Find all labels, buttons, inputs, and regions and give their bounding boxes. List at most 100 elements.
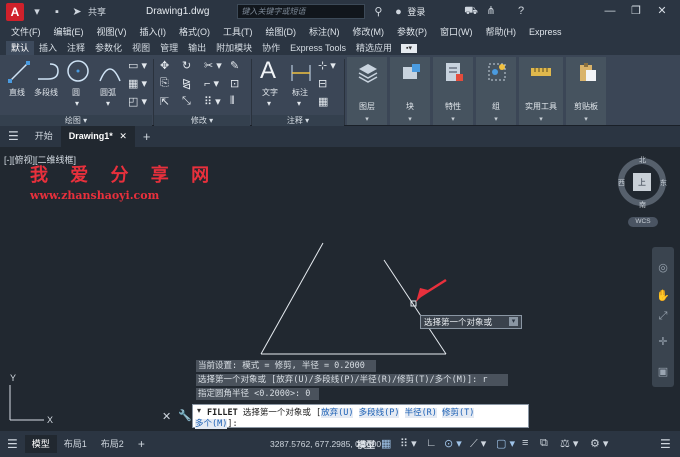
share-button[interactable]: 共享 <box>88 5 106 18</box>
tab-insert[interactable]: 插入 <box>34 41 62 55</box>
array-icon[interactable]: ⠿ ▾ <box>204 95 221 108</box>
minimize-icon[interactable]: — <box>600 0 620 23</box>
text-dropdown-icon[interactable]: ▾ <box>267 99 271 108</box>
hatch-icon[interactable]: ▦ ▾ <box>128 77 147 90</box>
erase-icon[interactable]: ✎ <box>230 59 239 72</box>
tab-layout2[interactable]: 布局2 <box>94 435 131 453</box>
command-customize-icon[interactable]: 🔧 <box>178 409 192 422</box>
menu-parametric[interactable]: 参数(P) <box>397 25 427 38</box>
tab-layout1[interactable]: 布局1 <box>57 435 94 453</box>
tab-featured-apps[interactable]: 精选应用 <box>351 41 397 55</box>
connect-icon[interactable]: ⋔ <box>484 4 498 18</box>
tab-addins[interactable]: 附加模块 <box>211 41 257 55</box>
share-arrow-icon[interactable]: ➤ <box>70 5 84 19</box>
orbit-icon[interactable]: ✛ <box>656 335 670 349</box>
osnap-toggle-icon[interactable]: ▢ ▾ <box>496 437 515 450</box>
text-tool-icon[interactable]: A <box>260 57 276 85</box>
tab-express-tools[interactable]: Express Tools <box>285 41 351 55</box>
tab-default[interactable]: 默认 <box>6 41 35 55</box>
explode-icon[interactable]: ⊡ <box>230 77 239 90</box>
tab-output[interactable]: 输出 <box>183 41 211 55</box>
status-menu-icon[interactable]: ☰ <box>0 435 25 453</box>
menu-insert[interactable]: 插入(I) <box>140 25 167 38</box>
dimension-tool-icon[interactable] <box>289 61 313 83</box>
group-button[interactable]: 组 ▾ <box>476 57 516 125</box>
scale-icon[interactable]: ⤡ <box>182 95 191 108</box>
utilities-button[interactable]: 实用工具 ▾ <box>519 57 563 125</box>
tab-annotate[interactable]: 注释 <box>62 41 90 55</box>
clipboard-button[interactable]: 剪贴板 ▾ <box>566 57 606 125</box>
isodraft-icon[interactable]: ⟋ ▾ <box>470 437 486 451</box>
option-multiple[interactable]: 多个(M) <box>195 419 228 429</box>
showmotion-icon[interactable]: ▣ <box>656 365 670 379</box>
menu-view[interactable]: 视图(V) <box>97 25 127 38</box>
tooltip-expand-icon[interactable]: ▾ <box>509 317 518 326</box>
workspace-gear-icon[interactable]: ⚙ ▾ <box>590 437 608 450</box>
command-close-icon[interactable]: ✕ <box>162 410 171 423</box>
drawing-canvas[interactable]: [-][俯视][二维线框] 我 爱 分 享 网 www.zhanshaoyi.c… <box>0 147 680 431</box>
menu-file[interactable]: 文件(F) <box>11 25 41 38</box>
arc-dropdown-icon[interactable]: ▾ <box>106 99 110 108</box>
pan-hand-icon[interactable]: ✋ <box>656 289 670 303</box>
menu-dimension[interactable]: 标注(N) <box>309 25 340 38</box>
copy-icon[interactable]: ⎘ <box>160 77 169 90</box>
polar-toggle-icon[interactable]: ⊙ ▾ <box>444 437 462 450</box>
stretch-icon[interactable]: ⇱ <box>160 95 169 108</box>
menu-format[interactable]: 格式(O) <box>179 25 210 38</box>
menu-tools[interactable]: 工具(T) <box>223 25 253 38</box>
transparency-icon[interactable]: ⧉ <box>540 437 548 450</box>
restore-icon[interactable]: ❐ <box>626 0 646 23</box>
tab-view[interactable]: 视图 <box>127 41 155 55</box>
dimension-dropdown-icon[interactable]: ▾ <box>297 99 301 108</box>
cart-icon[interactable]: ⛟ <box>464 4 478 18</box>
offset-icon[interactable]: ⫴ <box>230 95 235 108</box>
user-icon[interactable]: ● <box>391 5 405 19</box>
snap-toggle-icon[interactable]: ⠿ ▾ <box>400 437 417 450</box>
tab-parametric[interactable]: 参数化 <box>90 41 127 55</box>
command-line[interactable]: ▾ FILLET 选择第一个对象或 [放弃(U) 多段线(P) 半径(R) 修剪… <box>192 404 529 429</box>
tab-model[interactable]: 模型 <box>24 435 57 453</box>
boundary-icon[interactable]: ◰ ▾ <box>128 95 147 108</box>
menu-modify[interactable]: 修改(M) <box>353 25 385 38</box>
option-trim[interactable]: 修剪(T) <box>442 408 475 418</box>
arc-tool-icon[interactable] <box>98 61 122 83</box>
model-space-button[interactable]: 模型 <box>357 438 375 451</box>
add-layout-icon[interactable]: + <box>131 435 152 453</box>
new-tab-icon[interactable]: + <box>135 126 159 147</box>
annotation-group-label[interactable]: 注释 ▾ <box>252 115 344 126</box>
viewcube-face-top[interactable]: 上 <box>638 177 646 188</box>
circle-dropdown-icon[interactable]: ▾ <box>75 99 79 108</box>
ortho-toggle-icon[interactable]: ∟ <box>426 437 437 449</box>
search-input[interactable]: 键入关键字或短语 <box>237 4 366 19</box>
ribbon-toggle-icon[interactable]: ▪▾ <box>401 44 418 53</box>
tab-collaborate[interactable]: 协作 <box>257 41 285 55</box>
option-undo[interactable]: 放弃(U) <box>321 408 354 418</box>
grid-toggle-icon[interactable]: ▦ <box>381 437 391 450</box>
block-dropdown-icon[interactable]: ▾ <box>390 115 430 123</box>
login-button[interactable]: 登录 <box>407 5 425 18</box>
tab-manage[interactable]: 管理 <box>155 41 183 55</box>
menu-caret-icon[interactable]: ▾ <box>30 5 44 19</box>
menu-help[interactable]: 帮助(H) <box>486 25 517 38</box>
leader-icon[interactable]: ⊹ ▾ <box>318 59 336 72</box>
zoom-extents-icon[interactable]: ⤢ <box>656 309 670 323</box>
block-button[interactable]: 块 ▾ <box>390 57 430 125</box>
menu-draw[interactable]: 绘图(D) <box>266 25 297 38</box>
option-polyline[interactable]: 多段线(P) <box>358 408 400 418</box>
move-icon[interactable]: ✥ <box>160 59 169 72</box>
mirror-icon[interactable]: ⧎ <box>182 77 191 90</box>
tab-drawing1[interactable]: Drawing1* ✕ <box>60 126 135 147</box>
tab-start[interactable]: 开始 <box>27 126 61 147</box>
circle-tool-icon[interactable] <box>66 59 90 83</box>
viewcube-north[interactable]: 北 <box>639 155 646 165</box>
wcs-button[interactable]: WCS <box>628 217 658 227</box>
rectangle-icon[interactable]: ▭ ▾ <box>128 59 147 72</box>
group-dropdown-icon[interactable]: ▾ <box>476 115 516 123</box>
annotation-scale-icon[interactable]: ⚖ ▾ <box>560 437 578 450</box>
close-tab-icon[interactable]: ✕ <box>119 131 127 141</box>
properties-button[interactable]: 特性 ▾ <box>433 57 473 125</box>
menu-window[interactable]: 窗口(W) <box>440 25 473 38</box>
line-tool-icon[interactable] <box>8 61 30 83</box>
clipboard-dropdown-icon[interactable]: ▾ <box>566 115 606 123</box>
modify-group-label[interactable]: 修改 ▾ <box>154 115 250 126</box>
